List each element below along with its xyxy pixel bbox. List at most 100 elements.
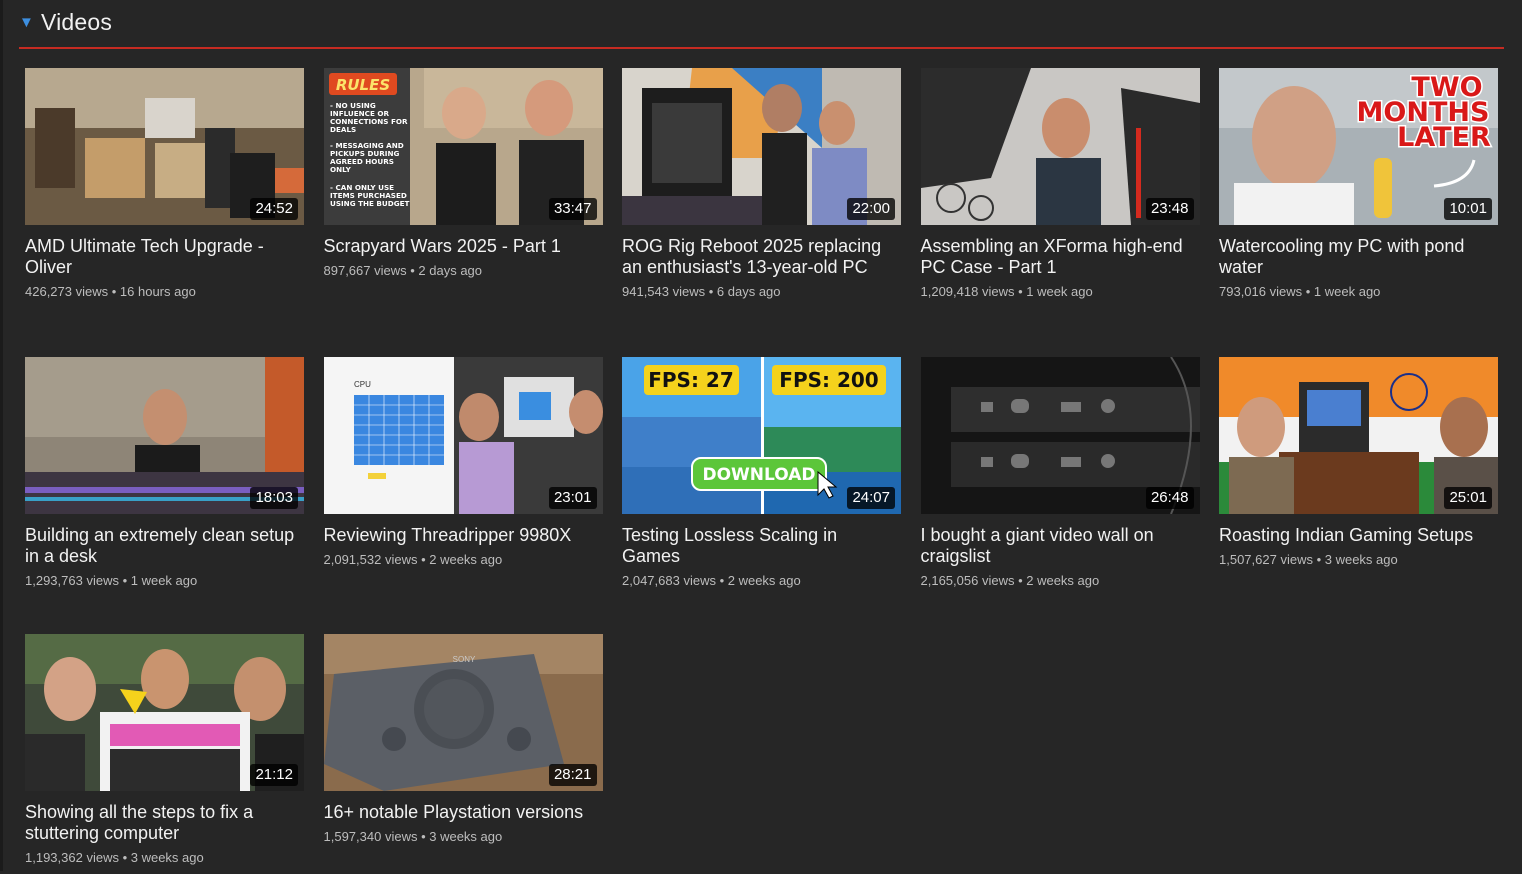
fps-low-label: FPS: 27: [648, 368, 734, 392]
video-title[interactable]: Building an extremely clean setup in a d…: [25, 525, 297, 567]
video-meta: 2,047,683 views • 2 weeks ago: [622, 573, 801, 588]
brand-label: SONY: [452, 655, 475, 664]
videos-section-toggle[interactable]: ▼ Videos: [19, 4, 112, 40]
video-duration: 23:01: [548, 487, 597, 509]
view-count: 426,273 views: [25, 284, 109, 299]
video-thumbnail[interactable]: 21:12: [25, 634, 304, 791]
section-divider: [19, 47, 1504, 49]
view-count: 941,543 views: [622, 284, 706, 299]
video-thumbnail[interactable]: 25:01: [1219, 357, 1498, 514]
video-duration: 26:48: [1145, 487, 1194, 509]
video-card[interactable]: SONY 28:21 16+ notable Playstation versi…: [323, 634, 603, 874]
video-thumbnail[interactable]: 24:52: [25, 68, 304, 225]
video-card[interactable]: 25:01 Roasting Indian Gaming Setups 1,50…: [1219, 357, 1498, 634]
upload-age: 2 weeks ago: [429, 552, 503, 567]
video-card[interactable]: 21:12 Showing all the steps to fix a stu…: [25, 634, 304, 874]
video-thumbnail[interactable]: CPU 23:01: [323, 357, 603, 514]
upload-age: 3 weeks ago: [130, 850, 204, 865]
download-overlay-label: DOWNLOAD: [702, 465, 815, 485]
view-count: 1,193,362 views: [25, 850, 119, 865]
rules-header: RULES: [335, 76, 389, 94]
video-title[interactable]: Testing Lossless Scaling in Games: [622, 525, 894, 567]
video-card[interactable]: 26:48 I bought a giant video wall on cra…: [920, 357, 1200, 634]
rules-line: USING THE BUDGET: [330, 199, 410, 208]
video-meta: 1,193,362 views • 3 weeks ago: [25, 850, 204, 865]
video-meta: 2,165,056 views • 2 weeks ago: [920, 573, 1100, 588]
video-meta: 2,091,532 views • 2 weeks ago: [323, 552, 503, 567]
video-duration: 22:00: [847, 198, 895, 220]
view-count: 2,165,056 views: [920, 573, 1015, 588]
video-meta: 941,543 views • 6 days ago: [622, 284, 781, 299]
upload-age: 1 week ago: [1313, 284, 1381, 299]
video-card[interactable]: 23:48 Assembling an XForma high-end PC C…: [920, 68, 1200, 357]
video-grid: 24:52 AMD Ultimate Tech Upgrade - Oliver…: [25, 68, 1498, 874]
video-thumbnail[interactable]: TWO MONTHS LATER 10:01: [1219, 68, 1498, 225]
video-title[interactable]: Reviewing Threadripper 9980X: [324, 525, 596, 546]
video-card[interactable]: RULES - NO USING INFLUENCE OR CONNECTION…: [323, 68, 603, 357]
view-count: 1,507,627 views: [1219, 552, 1313, 567]
video-title[interactable]: Scrapyard Wars 2025 - Part 1: [324, 236, 596, 257]
view-count: 1,597,340 views: [323, 829, 418, 844]
video-title[interactable]: ROG Rig Reboot 2025 replacing an enthusi…: [622, 236, 894, 278]
video-meta: 426,273 views • 16 hours ago: [25, 284, 196, 299]
view-count: 2,091,532 views: [323, 552, 418, 567]
video-duration: 33:47: [548, 198, 597, 220]
video-duration: 21:12: [250, 764, 298, 786]
video-meta: 897,667 views • 2 days ago: [323, 263, 483, 278]
upload-age: 16 hours ago: [119, 284, 196, 299]
view-count: 1,293,763 views: [25, 573, 119, 588]
video-title[interactable]: I bought a giant video wall on craigslis…: [921, 525, 1193, 567]
video-duration: 25:01: [1444, 487, 1492, 509]
rules-line: ONLY: [330, 165, 352, 174]
upload-age: 2 weeks ago: [1026, 573, 1100, 588]
video-title[interactable]: Roasting Indian Gaming Setups: [1219, 525, 1491, 546]
video-meta: 1,507,627 views • 3 weeks ago: [1219, 552, 1398, 567]
video-thumbnail[interactable]: 23:48: [920, 68, 1200, 225]
video-meta: 1,293,763 views • 1 week ago: [25, 573, 198, 588]
video-card[interactable]: 24:52 AMD Ultimate Tech Upgrade - Oliver…: [25, 68, 304, 357]
video-meta: 793,016 views • 1 week ago: [1219, 284, 1381, 299]
section-title: Videos: [41, 8, 113, 35]
video-card[interactable]: 18:03 Building an extremely clean setup …: [25, 357, 304, 634]
upload-age: 1 week ago: [130, 573, 198, 588]
video-title[interactable]: 16+ notable Playstation versions: [324, 802, 596, 823]
fps-high-label: FPS: 200: [779, 368, 878, 392]
upload-age: 2 weeks ago: [727, 573, 801, 588]
video-thumbnail[interactable]: SONY 28:21: [323, 634, 603, 791]
video-thumbnail[interactable]: 18:03: [25, 357, 304, 514]
video-title[interactable]: Showing all the steps to fix a stutterin…: [25, 802, 297, 844]
view-count: 1,209,418 views: [920, 284, 1015, 299]
upload-age: 1 week ago: [1026, 284, 1093, 299]
video-duration: 28:21: [548, 764, 597, 786]
video-duration: 18:03: [250, 487, 298, 509]
video-meta: 1,597,340 views • 3 weeks ago: [323, 829, 503, 844]
video-title[interactable]: AMD Ultimate Tech Upgrade - Oliver: [25, 236, 297, 278]
video-thumbnail[interactable]: RULES - NO USING INFLUENCE OR CONNECTION…: [323, 68, 603, 225]
rules-line: DEALS: [330, 125, 356, 134]
upload-age: 2 days ago: [418, 263, 483, 278]
video-meta: 1,209,418 views • 1 week ago: [920, 284, 1093, 299]
video-duration: 10:01: [1444, 198, 1492, 220]
video-duration: 23:48: [1145, 198, 1194, 220]
overlay-caption: LATER: [1397, 122, 1491, 153]
upload-age: 3 weeks ago: [1324, 552, 1398, 567]
video-card[interactable]: CPU 23:01 Reviewing Threadripper 9980X 2…: [323, 357, 603, 634]
video-thumbnail[interactable]: 22:00: [622, 68, 901, 225]
video-duration: 24:07: [847, 487, 895, 509]
video-duration: 24:52: [250, 198, 298, 220]
window-edge: [0, 0, 3, 871]
cpu-label: CPU: [354, 380, 371, 389]
view-count: 2,047,683 views: [622, 573, 716, 588]
video-title[interactable]: Watercooling my PC with pond water: [1219, 236, 1491, 278]
video-thumbnail[interactable]: 26:48: [920, 357, 1200, 514]
view-count: 897,667 views: [323, 263, 407, 278]
upload-age: 3 weeks ago: [429, 829, 503, 844]
upload-age: 6 days ago: [716, 284, 781, 299]
video-card[interactable]: FPS: 27 FPS: 200 DOWNLOAD 24:07 Testing …: [622, 357, 901, 634]
video-thumbnail[interactable]: FPS: 27 FPS: 200 DOWNLOAD 24:07: [622, 357, 901, 514]
caret-down-icon: ▼: [19, 13, 34, 31]
video-card[interactable]: TWO MONTHS LATER 10:01 Watercooling my P…: [1219, 68, 1498, 357]
view-count: 793,016 views: [1219, 284, 1303, 299]
video-card[interactable]: 22:00 ROG Rig Reboot 2025 replacing an e…: [622, 68, 901, 357]
video-title[interactable]: Assembling an XForma high-end PC Case - …: [921, 236, 1193, 278]
